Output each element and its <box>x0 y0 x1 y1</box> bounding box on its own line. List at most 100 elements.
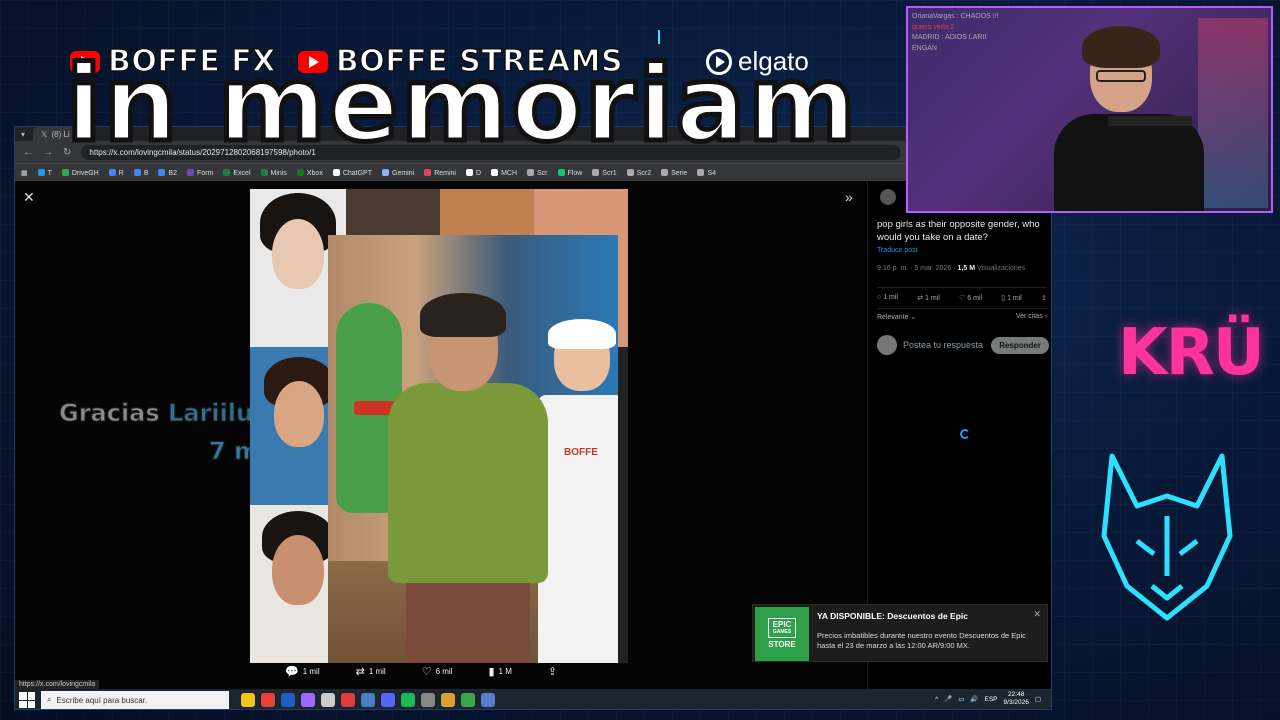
bookmark-label: Scr2 <box>636 169 652 177</box>
portrait-cell <box>440 189 534 235</box>
view-quotes-link[interactable]: Ver citas › <box>1016 313 1047 320</box>
views-action[interactable]: ▮ 1 M <box>488 665 511 678</box>
taskbar-app-icon[interactable] <box>341 693 355 707</box>
like-count: 6 mil <box>435 667 453 676</box>
taskbar-app-icon[interactable] <box>241 693 255 707</box>
bookmark-favicon-icon <box>187 168 195 176</box>
bookmark-item[interactable]: MCH <box>491 168 517 177</box>
repost-action[interactable]: ⇄ 1 mil <box>356 665 386 678</box>
reply-stat[interactable]: ○ 1 mil <box>877 294 898 302</box>
taskbar-app-icon[interactable] <box>441 693 455 707</box>
chat-message: quiero verlo 2 <box>912 23 955 31</box>
bookmark-item[interactable]: Remini <box>424 168 456 177</box>
sort-dropdown[interactable]: Relevante ⌄ <box>877 313 916 321</box>
bookmark-item[interactable]: Scr <box>527 168 548 177</box>
portrait-cell <box>346 189 440 235</box>
bookmark-label: S4 <box>707 169 717 177</box>
streamer-hair <box>1082 26 1160 68</box>
forward-icon[interactable]: → <box>43 147 53 158</box>
taskbar-app-icon[interactable] <box>421 693 435 707</box>
reply-button[interactable]: Responder <box>991 336 1049 354</box>
bookmark-item[interactable]: Gemini <box>382 168 414 177</box>
apps-grid-icon[interactable]: ▦ <box>21 169 28 177</box>
bookmark-item[interactable]: Scr2 <box>626 168 652 177</box>
network-icon[interactable]: ▭ <box>958 695 964 703</box>
bookmark-favicon-icon <box>382 168 390 176</box>
bookmark-item[interactable]: DriveGH <box>61 168 99 177</box>
media-action-bar: 💬 1 mil ⇄ 1 mil ♡ 6 mil ▮ 1 M ⇪ <box>285 665 557 678</box>
bookmark-item[interactable]: B2 <box>158 168 177 177</box>
bookmark-item[interactable]: D <box>466 168 482 177</box>
epic-logo-line3: STORE <box>768 640 796 650</box>
close-icon[interactable]: ✕ <box>23 189 35 206</box>
taskbar-app-icon[interactable] <box>281 693 295 707</box>
bookmark-label: Xbox <box>306 169 323 177</box>
back-icon[interactable]: ← <box>23 147 33 158</box>
epic-notification[interactable]: EPIC GAMES STORE YA DISPONIBLE: Descuent… <box>752 604 1048 662</box>
bookmark-item[interactable]: S4 <box>697 168 717 177</box>
main-photo: BOFFE <box>328 235 618 663</box>
bookmark-item[interactable]: ChatGPT <box>332 168 372 177</box>
clock-time: 22:48 <box>1008 691 1025 698</box>
bookmark-item[interactable]: Minis <box>260 168 287 177</box>
tray-chevron-icon[interactable]: ^ <box>935 696 938 703</box>
like-action[interactable]: ♡ 6 mil <box>422 665 453 678</box>
translate-link[interactable]: Traducir post <box>877 247 918 254</box>
windows-taskbar: ⌕ Escribe aquí para buscar. ^ 🎤 ▭ 🔊 ESP … <box>15 689 1051 709</box>
taskbar-search[interactable]: ⌕ Escribe aquí para buscar. <box>41 691 229 709</box>
volume-icon[interactable]: 🔊 <box>970 695 978 703</box>
bookmark-item[interactable]: B <box>133 168 148 177</box>
bookmark-stat[interactable]: ▯ 1 mil <box>1001 294 1022 302</box>
repost-icon: ⇄ <box>355 666 365 678</box>
post-image[interactable]: BOFFE <box>250 189 628 663</box>
repost-stat[interactable]: ⇄ 1 mil <box>917 294 940 302</box>
bookmark-item[interactable]: R <box>108 168 124 177</box>
bookmark-item[interactable]: T <box>37 168 52 177</box>
mic-icon[interactable]: 🎤 <box>944 695 952 703</box>
bookmark-item[interactable]: Xbox <box>296 168 323 177</box>
author-avatar[interactable] <box>880 189 896 205</box>
bookmark-label: T <box>47 169 52 177</box>
bookmark-item[interactable]: Form <box>187 168 213 177</box>
bookmark-label: D <box>476 169 482 177</box>
reply-input[interactable]: Postea tu respuesta <box>903 340 985 350</box>
bookmark-favicon-icon <box>466 168 473 176</box>
bookmark-item[interactable]: Scr1 <box>592 168 617 177</box>
close-icon[interactable]: ✕ <box>1033 609 1041 620</box>
taskbar-app-icon[interactable] <box>321 693 335 707</box>
share-icon: ⇪ <box>547 666 558 678</box>
expand-panel-icon[interactable]: » <box>845 189 853 205</box>
share-action[interactable]: ⇪ <box>548 665 557 678</box>
stream-alert-prefix: Gracias <box>59 399 161 428</box>
man-pants <box>406 575 530 663</box>
bookmark-item[interactable]: Flow <box>557 168 582 177</box>
tab-list-icon[interactable]: ▾ <box>21 130 25 139</box>
reply-action[interactable]: 💬 1 mil <box>285 665 320 678</box>
language-indicator[interactable]: ESP <box>985 696 998 703</box>
taskbar-clock[interactable]: 22:48 9/3/2026 <box>1004 691 1029 707</box>
taskbar-app-icon[interactable] <box>381 693 395 707</box>
taskbar-app-icon[interactable] <box>481 693 495 707</box>
taskbar-app-icon[interactable] <box>401 693 415 707</box>
taskbar-app-icon[interactable] <box>361 693 375 707</box>
repost-count: 1 mil <box>368 667 386 676</box>
bookmark-favicon-icon <box>424 168 432 176</box>
notification-icon[interactable]: ▢ <box>1035 695 1041 703</box>
bookmark-item[interactable]: Serie <box>661 168 687 177</box>
taskbar-app-icon[interactable] <box>301 693 315 707</box>
bookmark-item[interactable]: Excel <box>223 168 251 177</box>
like-stat[interactable]: ♡ 6 mil <box>959 294 982 302</box>
post-stats: ○ 1 mil ⇄ 1 mil ♡ 6 mil ▯ 1 mil ⇪ <box>877 287 1047 309</box>
taskbar-app-icon[interactable] <box>461 693 475 707</box>
streamer-glasses <box>1096 70 1146 82</box>
windows-start-icon[interactable] <box>19 692 35 708</box>
repost-icon: ⇄ <box>917 295 926 302</box>
share-icon[interactable]: ⇪ <box>1041 294 1047 302</box>
bookmarks-bar: ▦ T DriveGH R B B2 Form Excel Minis Xbox ChatGPT G… <box>15 163 1051 181</box>
man-hair <box>420 293 506 337</box>
bookmark-favicon-icon <box>108 168 116 176</box>
bookmark-favicon-icon <box>260 168 268 176</box>
background-shelf <box>1198 18 1268 208</box>
taskbar-app-icon[interactable] <box>261 693 275 707</box>
bookmark-favicon-icon <box>61 168 69 176</box>
